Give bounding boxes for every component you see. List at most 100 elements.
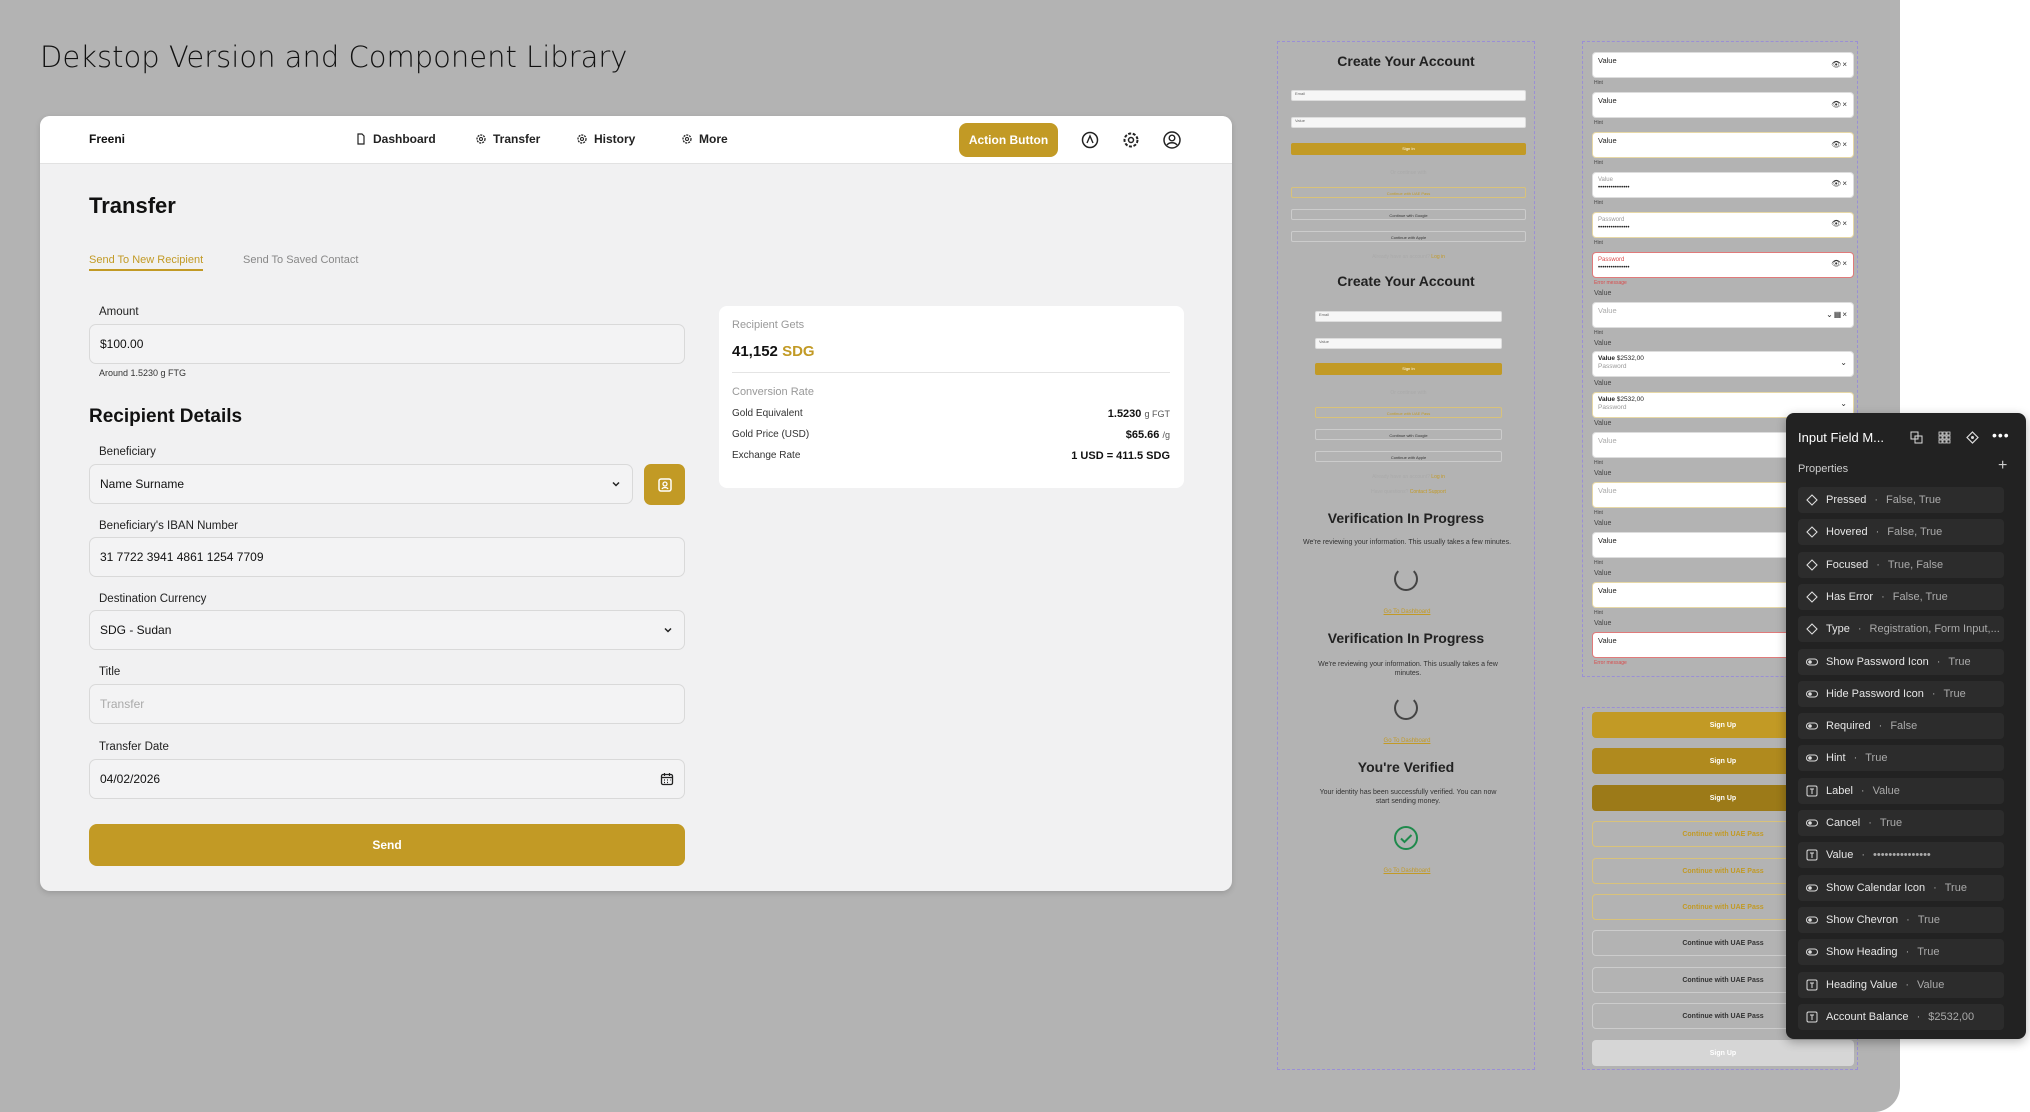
property-row-show-calendar-icon[interactable]: Show Calendar Icon · True (1798, 874, 2004, 901)
property-row-show-chevron[interactable]: Show Chevron · True (1798, 906, 2004, 933)
eye-close-icon: 👁× (1831, 60, 1848, 69)
iv-label: Password (1598, 217, 1625, 223)
amount-input[interactable]: $100.00 (89, 324, 685, 364)
tab-saved-contact[interactable]: Send To Saved Contact (243, 254, 358, 266)
page-title: Dekstop Version and Component Library (40, 40, 628, 74)
property-row-value[interactable]: Value · ••••••••••••••• (1798, 842, 2004, 869)
text-property-icon (1806, 785, 1818, 797)
brand-logo[interactable]: Freeni (89, 132, 125, 146)
property-row-hint[interactable]: Hint · True (1798, 745, 2004, 772)
spinner-icon (1394, 696, 1418, 720)
property-row-show-heading[interactable]: Show Heading · True (1798, 939, 2004, 966)
property-value: False, True (1886, 494, 1942, 506)
mock-apple-button: Continue with Apple (1315, 451, 1502, 462)
mock-login-hint: Already have an account? Log in (1315, 474, 1502, 480)
property-value-sep: · (1878, 720, 1883, 733)
mock-sign-in-button: Sign In (1291, 143, 1526, 155)
nav-more[interactable]: More (681, 132, 728, 146)
property-value: Value (1872, 784, 1900, 797)
property-row-hovered[interactable]: Hovered · False, True (1798, 519, 2004, 546)
property-value: Value (1917, 978, 1945, 991)
iv-balance: $2532,00 (1616, 355, 1644, 362)
add-icon[interactable]: + (1998, 457, 2007, 475)
row-unit: /g (1162, 430, 1170, 440)
mock-value-input: Value (1315, 338, 1502, 349)
property-name: Cancel (1826, 817, 1861, 829)
property-value: Registration, Form Input,... (1869, 623, 2000, 636)
divider (732, 372, 1170, 373)
property-name: Label (1826, 784, 1853, 797)
toggle-icon (1806, 916, 1818, 924)
property-row-focused[interactable]: Focused · True, False (1798, 551, 2004, 578)
contact-book-icon (657, 477, 672, 492)
nav-transfer-label: Transfer (493, 132, 541, 146)
variant-icon (1806, 494, 1818, 506)
calendar-icon[interactable] (660, 772, 674, 786)
property-row-has-error[interactable]: Has Error · False, True (1798, 583, 2004, 610)
property-row-account-balance[interactable]: Account Balance · $2532,00 (1798, 1003, 2004, 1030)
property-value-sep: · (1905, 946, 1910, 959)
iv-hint: Hint (1594, 460, 1603, 466)
currency-select[interactable]: SDG - Sudan (89, 610, 685, 650)
property-value: True (1917, 946, 1940, 959)
property-value: True, False (1887, 558, 1944, 571)
date-input[interactable]: 04/02/2026 (89, 759, 685, 799)
text-property-icon (1806, 849, 1818, 861)
property-value-sep: · (1906, 913, 1910, 926)
eye-close-icon: 👁× (1831, 100, 1848, 109)
nav-transfer[interactable]: Transfer (475, 132, 540, 146)
iv-error: Error message (1594, 660, 1627, 666)
tab-new-recipient[interactable]: Send To New Recipient (89, 254, 204, 271)
property-value: True (1865, 752, 1888, 765)
currency-label: Destination Currency (99, 593, 207, 605)
iban-input[interactable]: 31 7722 3941 4861 1254 7709 (89, 537, 685, 577)
text-property-icon (1806, 1011, 1818, 1023)
action-button[interactable]: Action Button (959, 123, 1058, 157)
property-row-heading-value[interactable]: Heading Value · Value (1798, 971, 2004, 998)
nav-history[interactable]: History (576, 132, 635, 146)
iv-masked: ••••••••••••••• (1598, 185, 1630, 191)
row-value: 1 USD = 411.5 SDG (1071, 450, 1170, 462)
settings-icon[interactable] (1121, 130, 1141, 150)
mock-support-hint: Have questions? Contact Support (1315, 489, 1502, 495)
property-row-hide-password-icon[interactable]: Hide Password Icon · True (1798, 680, 2004, 707)
send-button[interactable]: Send (89, 824, 685, 866)
properties-panel: Input Field M... ••• Properties + Presse… (1786, 413, 2026, 1039)
summary-card: Recipient Gets 41,152 SDG Conversion Rat… (719, 306, 1184, 488)
beneficiary-select[interactable]: Name Surname (89, 464, 633, 504)
nav-history-label: History (594, 132, 636, 146)
iban-value: 31 7722 3941 4861 1254 7709 (100, 550, 264, 564)
mock-uae-pass-button: Continue with UAE Pass (1291, 187, 1526, 198)
component-icon[interactable] (1966, 431, 1979, 444)
property-row-type[interactable]: Type · Registration, Form Input,... (1798, 616, 2004, 643)
input-variant-error: Password ••••••••••••••• 👁× (1592, 252, 1854, 278)
iv-label: Value (1598, 177, 1613, 183)
nav-dashboard[interactable]: Dashboard (355, 132, 436, 146)
link-icon[interactable] (1910, 431, 1923, 444)
beneficiary-value: Name Surname (100, 477, 185, 491)
property-name: Required (1826, 720, 1871, 733)
property-row-pressed[interactable]: Pressed · False, True (1798, 487, 2004, 513)
property-row-required[interactable]: Required · False (1798, 713, 2004, 740)
profile-icon[interactable] (1162, 130, 1182, 150)
property-value-sep: · (1881, 590, 1885, 603)
panel-title: Input Field M... (1798, 430, 1884, 445)
property-name: Heading Value (1826, 978, 1898, 991)
iv-hint: Hint (1594, 510, 1603, 516)
title-input[interactable]: Transfer (89, 684, 685, 724)
property-name: Type (1826, 623, 1850, 636)
more-icon[interactable]: ••• (1992, 427, 2010, 443)
property-row-cancel[interactable]: Cancel · True (1798, 810, 2004, 836)
property-row-show-password-icon[interactable]: Show Password Icon · True (1798, 648, 2004, 675)
variant-icon (1806, 623, 1818, 635)
beneficiary-label: Beneficiary (99, 446, 156, 458)
contact-book-button[interactable] (644, 464, 685, 505)
support-icon[interactable] (1080, 130, 1100, 150)
property-row-label[interactable]: Label · Value (1798, 777, 2004, 804)
property-value-sep: · (1861, 849, 1865, 862)
row-label: Gold Price (USD) (732, 429, 810, 440)
iv-value: Value (1598, 536, 1617, 545)
grid-icon[interactable] (1938, 431, 1951, 444)
mock-apple-button: Continue with Apple (1291, 231, 1526, 242)
iv-heading: Value (1594, 520, 1612, 527)
